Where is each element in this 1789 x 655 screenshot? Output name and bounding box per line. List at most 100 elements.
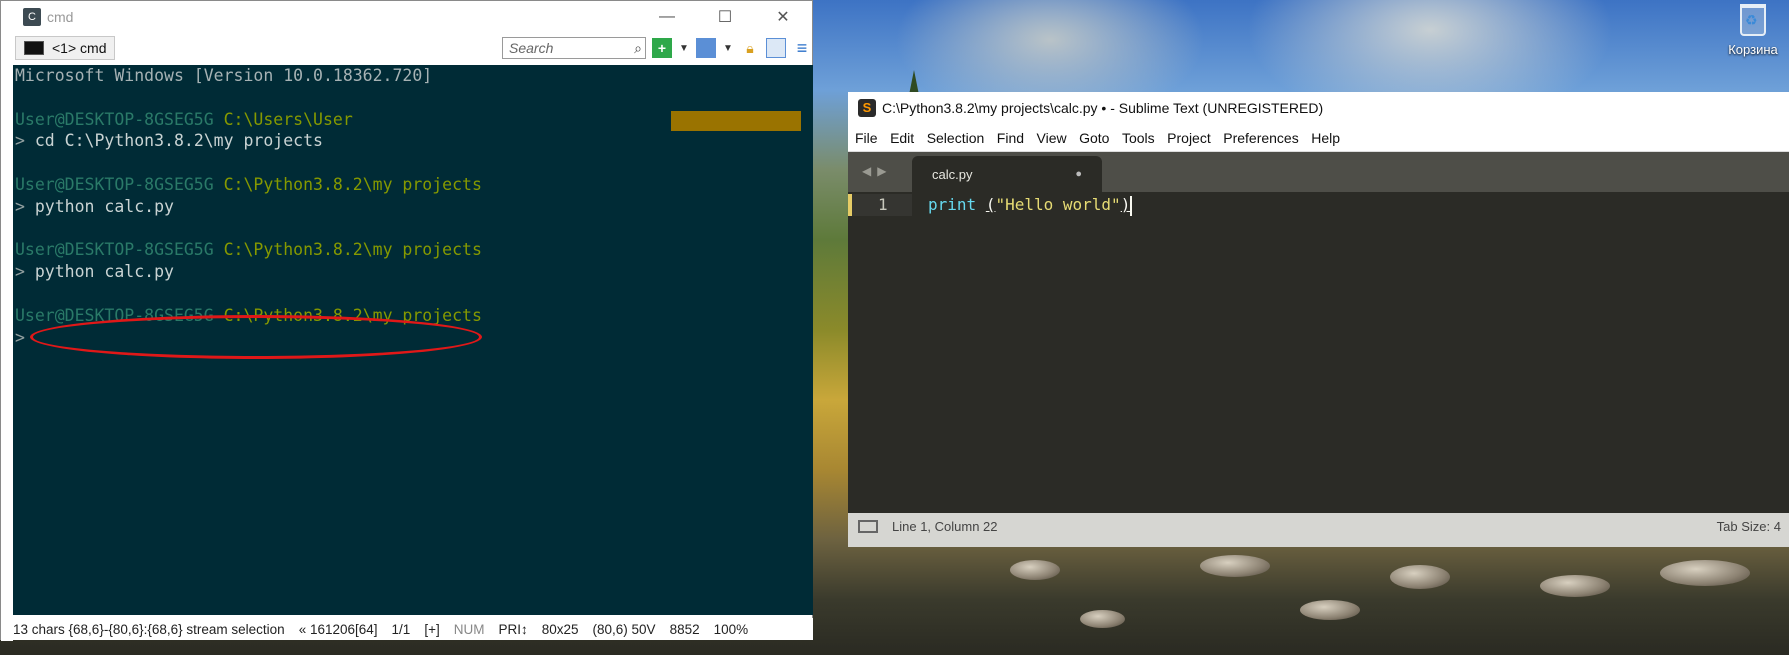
code-function: print [928,195,977,214]
console-text: User@DESKTOP-8GSEG5G [15,174,224,194]
console-tab-icon [24,41,44,55]
console-line: > python calc.py [15,261,813,283]
wallpaper-rock [1540,575,1610,597]
console-text: python calc.py [34,196,174,216]
unsaved-dot-icon[interactable]: ● [1075,168,1082,180]
recycle-bin-icon [1740,4,1766,36]
status-cursor: (80,6) 50V [592,621,656,637]
code-string: "Hello world" [995,195,1121,214]
wallpaper-rock [1200,555,1270,577]
chevron-down-icon[interactable]: ▼ [678,38,690,58]
tab-nav-arrows-icon[interactable]: ◀▶ [862,164,892,178]
console-text: python calc.py [34,262,174,282]
wallpaper-rock [1300,600,1360,620]
console-text: User@DESKTOP-8GSEG5G [15,240,224,260]
sublime-app-icon: S [858,99,876,117]
console-text: User@DESKTOP-8GSEG5G [15,109,224,129]
selection-highlight [671,111,801,131]
conemu-app-icon: C [23,8,41,26]
wallpaper-rock [1010,560,1060,580]
panels-icon[interactable] [696,38,716,58]
menu-item-selection[interactable]: Selection [927,130,985,146]
console-line: > cd C:\Python3.8.2\my projects [15,130,813,152]
recycle-bin-label: Корзина [1728,42,1778,57]
sublime-window-title: C:\Python3.8.2\my projects\calc.py • - S… [882,100,1324,116]
cursor-position: Line 1, Column 22 [892,518,998,534]
lock-icon[interactable]: 🔒︎ [740,38,760,58]
menu-item-preferences[interactable]: Preferences [1223,130,1298,146]
menu-item-project[interactable]: Project [1167,130,1211,146]
code-editor[interactable]: 1 print ("Hello world") [848,192,1789,513]
minimize-button[interactable]: — [638,1,696,33]
sublime-statusbar: Line 1, Column 22 Tab Size: 4 [848,513,1789,539]
maximize-button[interactable]: ☐ [696,1,754,33]
console-text: C:\Python3.8.2\my projects [223,174,482,194]
close-button[interactable]: ✕ [754,1,812,33]
sublime-titlebar[interactable]: S C:\Python3.8.2\my projects\calc.py • -… [848,92,1789,124]
wallpaper-rock [1080,610,1125,628]
status-num: NUM [453,621,485,637]
recycle-bin[interactable]: Корзина [1718,4,1788,57]
console-text: C:\Users\User [223,109,353,129]
panel-toggle-icon[interactable] [858,519,878,533]
menu-item-edit[interactable]: Edit [890,130,914,146]
cmd-titlebar[interactable]: C cmd — ☐ ✕ [1,1,812,33]
console-text: > [15,327,25,347]
console-line: User@DESKTOP-8GSEG5G C:\Python3.8.2\my p… [15,239,813,261]
console-text: C:\Python3.8.2\my projects [223,240,482,260]
code-close-paren: ) [1120,195,1131,214]
cmd-statusbar: 13 chars {68,6}-{80,6}:{68,6} stream sel… [13,618,813,640]
cmd-window-title: cmd [47,9,74,25]
text-cursor [1130,195,1133,216]
code-open-paren: ( [985,195,996,214]
tab-size[interactable]: Tab Size: 4 [1717,519,1781,534]
sublime-window[interactable]: S C:\Python3.8.2\my projects\calc.py • -… [848,92,1789,547]
console-line: > python calc.py [15,196,813,218]
menu-item-goto[interactable]: Goto [1079,130,1109,146]
console-text: > [15,196,35,216]
sublime-menubar: File Edit Selection Find View Goto Tools Projec… [848,124,1789,152]
search-input[interactable]: Search ⌕ [502,37,646,59]
menu-item-view[interactable]: View [1037,130,1067,146]
split-view-icon[interactable] [766,38,786,58]
status-zoom: 100% [713,621,749,637]
console-line: User@DESKTOP-8GSEG5G C:\Python3.8.2\my p… [15,174,813,196]
chevron-down-icon[interactable]: ▼ [722,38,734,58]
console-text: > [15,131,35,151]
sublime-bottom-border [848,539,1789,547]
console-text: Microsoft Windows [Version 10.0.18362.72… [15,66,433,85]
status-size: 80x25 [541,621,579,637]
status-pri: PRI↕ [498,621,528,637]
sublime-tabstrip: ◀▶ calc.py ● [848,152,1789,192]
console-text: > [15,262,35,282]
code-line[interactable]: print ("Hello world") [928,194,1133,216]
menu-item-help[interactable]: Help [1311,130,1340,146]
status-insert: [+] [424,621,440,637]
menu-item-file[interactable]: File [855,130,878,146]
status-pages: 1/1 [391,621,411,637]
status-pid2: 8852 [669,621,700,637]
new-console-icon[interactable]: + [652,38,672,58]
menu-icon[interactable]: ≡ [792,38,812,58]
menu-item-tools[interactable]: Tools [1122,130,1155,146]
search-icon: ⌕ [634,39,642,56]
menu-item-find[interactable]: Find [997,130,1024,146]
wallpaper-rock [1660,560,1750,586]
console-tab[interactable]: <1> cmd [15,36,116,60]
cmd-tabbar: <1> cmd Search ⌕ + ▼ ▼ 🔒︎ ≡ [1,33,812,63]
console-line: Microsoft Windows [Version 10.0.18362.72… [15,65,813,87]
search-placeholder: Search [509,40,554,56]
status-pid: « 161206[64] [298,621,378,637]
file-tab-label: calc.py [932,166,973,182]
cmd-left-border [1,65,13,641]
console-tab-label: <1> cmd [52,40,107,56]
status-selection: 13 chars {68,6}-{80,6}:{68,6} stream sel… [13,621,285,637]
line-number: 1 [878,195,888,214]
console-text: cd C:\Python3.8.2\my projects [34,131,323,151]
file-tab-calc[interactable]: calc.py ● [912,156,1102,192]
